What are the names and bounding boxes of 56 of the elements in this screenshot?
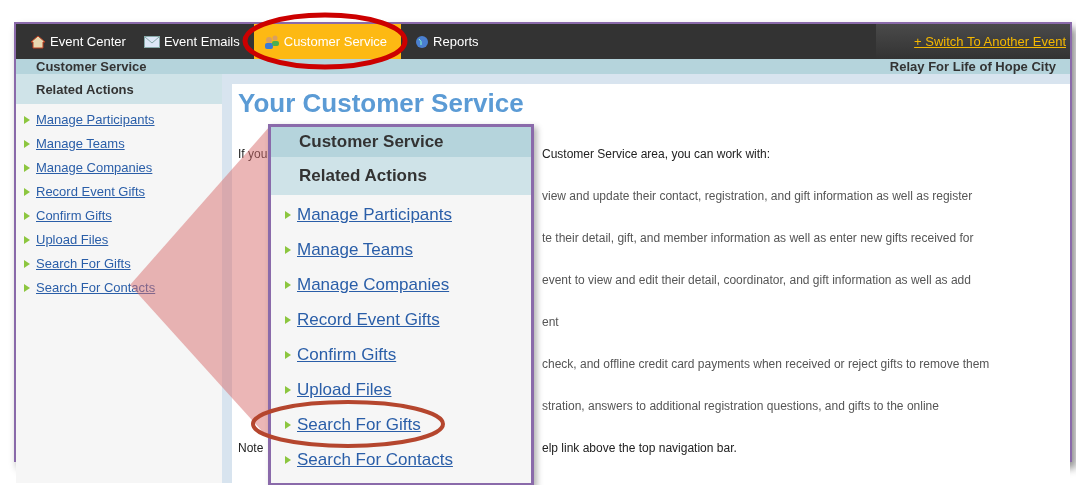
bullet-arrow-icon bbox=[24, 139, 30, 148]
callout-title: Customer Service bbox=[271, 127, 531, 157]
sidebar-link[interactable]: Manage Companies bbox=[36, 160, 153, 175]
bullet-arrow-icon bbox=[285, 281, 291, 289]
callout-link[interactable]: Upload Files bbox=[297, 380, 392, 400]
bullet-arrow-icon bbox=[24, 235, 30, 244]
nav-tab[interactable]: Event Center bbox=[26, 24, 140, 59]
bullet-arrow-icon bbox=[24, 283, 30, 292]
body-text: Note bbox=[238, 441, 264, 455]
callout-heading: Related Actions bbox=[271, 157, 531, 195]
body-text: Customer Service area, you can work with: bbox=[542, 147, 771, 163]
bullet-arrow-icon bbox=[285, 456, 291, 464]
body-text: check, and offline credit card payments when received or reject gifts to remove them bbox=[542, 357, 990, 373]
sidebar-link[interactable]: Search For Contacts bbox=[36, 280, 156, 295]
house-icon bbox=[30, 34, 46, 49]
bullet-arrow-icon bbox=[285, 386, 291, 394]
sidebar-link[interactable]: Manage Participants bbox=[36, 112, 155, 127]
body-text: event to view and edit their detail, coordinator, and gift information as well as add bbox=[542, 273, 971, 289]
callout-link[interactable]: Record Event Gifts bbox=[297, 310, 440, 330]
body-text: If you bbox=[238, 147, 268, 161]
bullet-arrow-icon bbox=[24, 163, 30, 172]
nav-tab[interactable]: Reports bbox=[411, 24, 493, 59]
sidebar-link[interactable]: Record Event Gifts bbox=[36, 184, 146, 199]
callout-link[interactable]: Search For Gifts bbox=[297, 415, 421, 435]
envelope-icon bbox=[143, 35, 160, 48]
sidebar-link[interactable]: Upload Files bbox=[36, 232, 109, 247]
callout-link[interactable]: Manage Teams bbox=[297, 240, 413, 260]
callout-link[interactable]: Manage Participants bbox=[297, 205, 452, 225]
globe-icon bbox=[415, 34, 430, 49]
callout-link[interactable]: Confirm Gifts bbox=[297, 345, 397, 365]
body-text: elp link above the top navigation bar. bbox=[542, 441, 737, 457]
people-icon bbox=[263, 34, 280, 49]
bullet-arrow-icon bbox=[285, 246, 291, 254]
bullet-arrow-icon bbox=[24, 115, 30, 124]
bullet-arrow-icon bbox=[24, 259, 30, 268]
sidebar-link[interactable]: Manage Teams bbox=[36, 136, 125, 151]
event-name: Relay For Life of Hope City bbox=[889, 59, 1056, 74]
body-text: ent bbox=[542, 315, 559, 331]
page-heading: Your Customer Service bbox=[238, 88, 525, 119]
switch-event-link[interactable]: + Switch To Another Event bbox=[914, 34, 1066, 49]
sidebar-link[interactable]: Confirm Gifts bbox=[36, 208, 112, 223]
nav-tab[interactable]: Event Emails bbox=[139, 24, 254, 59]
sidebar-heading: Related Actions bbox=[16, 74, 222, 104]
bullet-arrow-icon bbox=[285, 421, 291, 429]
body-text: te their detail, gift, and member information as well as enter new gifts received for bbox=[542, 231, 974, 247]
callout-link[interactable]: Search For Contacts bbox=[297, 450, 453, 470]
body-text: stration, answers to additional registration questions, and gifts to the online bbox=[542, 399, 939, 415]
bullet-arrow-icon bbox=[285, 316, 291, 324]
section-title: Customer Service bbox=[36, 59, 147, 74]
bullet-arrow-icon bbox=[24, 211, 30, 220]
bullet-arrow-icon bbox=[24, 187, 30, 196]
body-text: view and update their contact, registration, and gift information as well as register bbox=[542, 189, 973, 205]
sidebar-link[interactable]: Search For Gifts bbox=[36, 256, 131, 271]
callout-link[interactable]: Manage Companies bbox=[297, 275, 450, 295]
bullet-arrow-icon bbox=[285, 351, 291, 359]
bullet-arrow-icon bbox=[285, 211, 291, 219]
